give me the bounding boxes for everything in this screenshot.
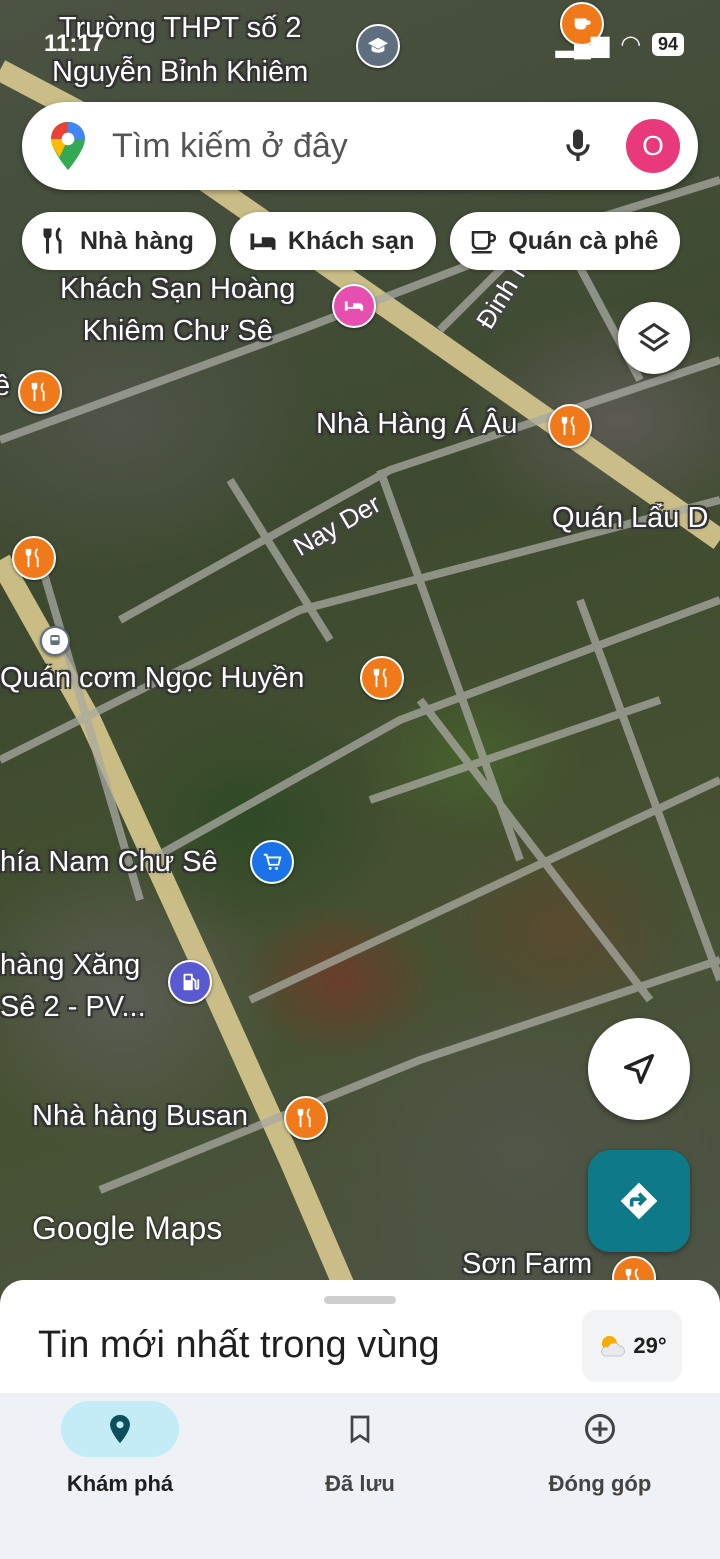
restaurant-icon[interactable]	[360, 656, 404, 700]
chip-coffee[interactable]: Quán cà phê	[450, 212, 681, 270]
weather-chip[interactable]: 29°	[582, 1310, 682, 1382]
directions-button[interactable]	[588, 1150, 690, 1252]
chip-restaurants[interactable]: Nhà hàng	[22, 212, 216, 270]
directions-icon	[620, 1182, 658, 1220]
layers-button[interactable]	[618, 302, 690, 374]
market-label: hía Nam Chư Sê	[0, 846, 218, 878]
chip-label: Khách sạn	[287, 226, 415, 255]
school-icon[interactable]	[356, 24, 400, 68]
partly-cloudy-icon	[601, 1336, 626, 1357]
wifi-icon: ◠	[621, 31, 640, 58]
search-input[interactable]: Tìm kiếm ở đây	[112, 127, 558, 166]
shopping-cart-icon[interactable]	[250, 840, 294, 884]
status-time: 11:17	[44, 30, 105, 57]
bottom-sheet[interactable]: Tin mới nhất trong vùng 29°	[0, 1280, 720, 1400]
weather-temperature: 29°	[633, 1333, 667, 1358]
rice-label: Quán cơm Ngọc Huyền	[0, 662, 305, 694]
nav-contribute-icon-container	[541, 1401, 659, 1457]
signal-icon: ▂▄▆	[555, 31, 610, 58]
account-avatar[interactable]: O	[626, 119, 680, 173]
nav-label: Khám phá	[66, 1471, 174, 1496]
chip-label: Quán cà phê	[508, 226, 659, 255]
coffee-icon	[472, 231, 497, 254]
hotel-label: Khách Sạn Hoàng Khiêm Chư Sê	[60, 273, 296, 347]
location-pin-icon	[110, 1414, 130, 1444]
my-location-button[interactable]	[588, 1018, 690, 1120]
hotel-icon[interactable]	[332, 284, 376, 328]
layers-icon	[637, 322, 671, 352]
restaurant-icon	[43, 227, 62, 254]
status-icons: ▂▄▆ ◠ 94	[556, 30, 684, 59]
restaurant-icon[interactable]	[284, 1096, 328, 1140]
restaurant-icon[interactable]	[548, 404, 592, 448]
microphone-icon[interactable]	[558, 126, 598, 166]
navigation-arrow-icon	[624, 1054, 654, 1084]
chip-hotels[interactable]: Khách sạn	[229, 212, 437, 270]
nav-contribute[interactable]: Đóng góp	[480, 1401, 720, 1497]
restaurant-icon[interactable]	[12, 536, 56, 580]
restaurant-icon[interactable]	[18, 370, 62, 414]
sheet-title: Tin mới nhất trong vùng	[38, 1324, 440, 1366]
nav-saved[interactable]: Đã lưu	[240, 1401, 480, 1497]
battery-indicator: 94	[651, 33, 684, 56]
restaurant-au-label: Nhà Hàng Á Âu	[316, 408, 518, 440]
google-maps-watermark: Google Maps	[32, 1210, 223, 1246]
bookmark-icon	[350, 1415, 370, 1444]
nav-explore-icon-container	[61, 1401, 179, 1457]
nav-saved-icon-container	[301, 1401, 419, 1457]
bus-stop-icon[interactable]	[40, 626, 70, 656]
hotel-icon	[250, 233, 276, 250]
nav-explore[interactable]: Khám phá	[0, 1401, 240, 1497]
nav-label: Đã lưu	[325, 1471, 395, 1496]
chip-label: Nhà hàng	[80, 226, 194, 255]
google-maps-pin-icon	[51, 122, 85, 170]
nav-label: Đóng góp	[548, 1471, 652, 1496]
search-bar[interactable]: Tìm kiếm ở đây O	[22, 102, 698, 190]
sheet-drag-handle[interactable]	[324, 1296, 396, 1304]
gas-label: hàng Xăng Sê 2 - PV...	[0, 949, 146, 1023]
gas-station-icon[interactable]	[168, 960, 212, 1004]
bottom-navigation: Khám phá Đã lưu Đóng góp	[0, 1393, 720, 1559]
farm-label: Sơn Farm	[462, 1248, 593, 1280]
busan-label: Nhà hàng Busan	[32, 1100, 249, 1132]
add-circle-icon	[585, 1414, 615, 1444]
category-chips: Nhà hàng Khách sạn Quán cà phê	[22, 212, 681, 270]
hotpot-label: Quán Lẩu D	[552, 502, 709, 534]
left-edge-label: ê	[0, 370, 11, 402]
